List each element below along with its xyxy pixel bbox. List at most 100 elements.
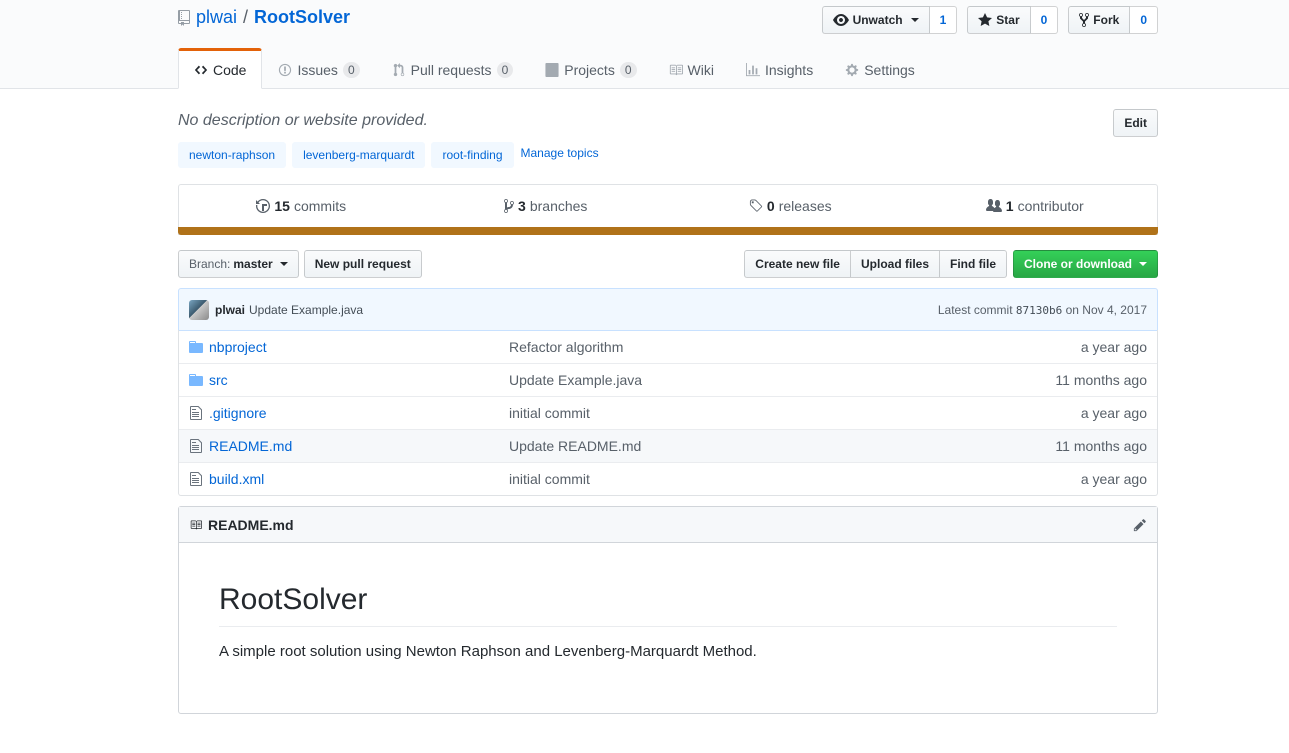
- tab-insights-label: Insights: [764, 61, 814, 78]
- commit-author-link[interactable]: plwai: [215, 303, 245, 317]
- new-pull-request-button[interactable]: New pull request: [303, 250, 422, 278]
- branch-icon: [504, 199, 515, 213]
- readme-filename: README.md: [208, 516, 294, 533]
- fork-label: Fork: [1093, 13, 1120, 27]
- topic-tag[interactable]: newton-raphson: [178, 142, 287, 168]
- commit-message-link[interactable]: Update Example.java: [249, 303, 363, 317]
- upload-files-button[interactable]: Upload files: [849, 250, 940, 278]
- readme-paragraph: A simple root solution using Newton Raph…: [219, 643, 757, 660]
- tab-projects-label: Projects: [564, 61, 615, 78]
- repo-header: plwai / RootSolver Unwatch 1 Star 0 Fork…: [0, 0, 1289, 89]
- commit-sha-link[interactable]: 87130b6: [1016, 304, 1062, 317]
- releases-link[interactable]: 0 releases: [668, 185, 913, 227]
- tab-insights[interactable]: Insights: [730, 48, 829, 89]
- topics-list: newton-raphson levenberg-marquardt root-…: [178, 142, 599, 168]
- branch-name: master: [233, 257, 273, 271]
- repo-nav: Code Issues 0 Pull requests 0 Projects 0…: [178, 48, 931, 89]
- branches-link[interactable]: 3 branches: [424, 185, 669, 227]
- tab-pull-requests[interactable]: Pull requests 0: [376, 48, 530, 89]
- issues-counter: 0: [342, 61, 360, 78]
- edit-description-button[interactable]: Edit: [1113, 109, 1158, 137]
- file-commit-message[interactable]: Update Example.java: [509, 372, 1055, 388]
- file-age: a year ago: [1080, 405, 1147, 421]
- create-new-file-button[interactable]: Create new file: [744, 250, 851, 278]
- repo-title: plwai / RootSolver: [178, 7, 350, 28]
- file-actions-group: Create new file Upload files Find file: [744, 250, 1007, 278]
- avatar[interactable]: [189, 299, 209, 320]
- file-name-link[interactable]: build.xml: [209, 471, 264, 487]
- contributors-label: contributor: [1017, 198, 1084, 214]
- file-age: a year ago: [1080, 339, 1147, 355]
- star-label: Star: [996, 13, 1020, 27]
- branches-count: 3: [518, 198, 526, 214]
- commits-link[interactable]: 15 commits: [179, 185, 424, 227]
- fork-icon: [1079, 12, 1090, 28]
- chevron-down-icon: [1139, 262, 1147, 266]
- contributors-link[interactable]: 1 contributor: [913, 185, 1158, 227]
- pull-request-icon: [393, 62, 404, 76]
- project-icon: [545, 62, 559, 77]
- star-button[interactable]: Star: [967, 6, 1031, 34]
- file-commit-message[interactable]: initial commit: [509, 405, 1081, 421]
- issue-icon: [279, 63, 292, 76]
- chevron-down-icon: [910, 18, 919, 22]
- contributors-count: 1: [1005, 198, 1014, 214]
- language-bar[interactable]: [178, 227, 1158, 235]
- star-group: Star 0: [967, 6, 1059, 34]
- find-file-button[interactable]: Find file: [939, 250, 1007, 278]
- history-icon: [256, 199, 271, 213]
- tab-settings-label: Settings: [864, 61, 915, 78]
- forks-count[interactable]: 0: [1130, 6, 1158, 34]
- stargazers-count[interactable]: 0: [1030, 6, 1059, 34]
- file-row: src Update Example.java 11 months ago: [179, 363, 1157, 396]
- tab-projects[interactable]: Projects 0: [529, 48, 652, 89]
- file-navigation: Branch: master New pull request Create n…: [178, 250, 1158, 278]
- file-commit-message[interactable]: Update README.md: [509, 438, 1055, 454]
- commits-label: commits: [293, 198, 347, 214]
- pencil-icon[interactable]: [1133, 518, 1147, 532]
- branches-label: branches: [529, 198, 588, 214]
- file-row: README.md Update README.md 11 months ago: [179, 429, 1157, 462]
- manage-topics-link[interactable]: Manage topics: [521, 146, 599, 160]
- commit-date: on Nov 4, 2017: [1065, 302, 1147, 317]
- file-commit-message[interactable]: initial commit: [509, 471, 1081, 487]
- branch-prefix: Branch:: [189, 257, 231, 271]
- numbers-summary: 15 commits 3 branches 0 releases 1 contr…: [178, 184, 1158, 235]
- releases-label: releases: [778, 198, 832, 214]
- eye-icon: [832, 14, 849, 26]
- repo-description: No description or website provided.: [178, 112, 428, 129]
- tab-issues[interactable]: Issues 0: [262, 48, 375, 89]
- file-name-link[interactable]: src: [209, 372, 228, 388]
- unwatch-button[interactable]: Unwatch: [821, 6, 930, 34]
- file-name-link[interactable]: README.md: [209, 438, 292, 454]
- tag-icon: [749, 199, 763, 212]
- file-name-link[interactable]: .gitignore: [209, 405, 267, 421]
- branch-select-button[interactable]: Branch: master: [178, 250, 299, 278]
- tab-wiki[interactable]: Wiki: [653, 48, 730, 89]
- file-name-link[interactable]: nbproject: [209, 339, 267, 355]
- tab-code[interactable]: Code: [178, 48, 263, 89]
- repo-description-row: No description or website provided. Edit: [178, 109, 1158, 137]
- code-icon: [194, 65, 208, 74]
- watchers-count[interactable]: 1: [929, 6, 958, 34]
- file-row: nbproject Refactor algorithm a year ago: [179, 330, 1157, 363]
- pulls-counter: 0: [496, 61, 514, 78]
- latest-commit-meta: Latest commit 87130b6 on Nov 4, 2017: [938, 303, 1147, 317]
- repo-icon: [178, 9, 190, 26]
- topic-tag[interactable]: root-finding: [431, 142, 514, 168]
- file-row: build.xml initial commit a year ago: [179, 462, 1157, 495]
- tab-settings[interactable]: Settings: [829, 48, 931, 89]
- fork-button[interactable]: Fork: [1068, 6, 1131, 34]
- tab-pull-requests-label: Pull requests: [410, 61, 492, 78]
- folder-icon: [189, 341, 203, 353]
- topic-tag[interactable]: levenberg-marquardt: [292, 142, 426, 168]
- clone-label: Clone or download: [1024, 257, 1132, 271]
- repo-name-link[interactable]: RootSolver: [254, 7, 350, 28]
- repo-owner-link[interactable]: plwai: [196, 7, 237, 28]
- clone-or-download-button[interactable]: Clone or download: [1013, 250, 1158, 278]
- latest-commit-prefix: Latest commit: [937, 302, 1013, 317]
- file-age: a year ago: [1080, 471, 1147, 487]
- projects-counter: 0: [619, 61, 637, 78]
- file-list: nbproject Refactor algorithm a year ago …: [178, 330, 1158, 496]
- file-commit-message[interactable]: Refactor algorithm: [509, 339, 1081, 355]
